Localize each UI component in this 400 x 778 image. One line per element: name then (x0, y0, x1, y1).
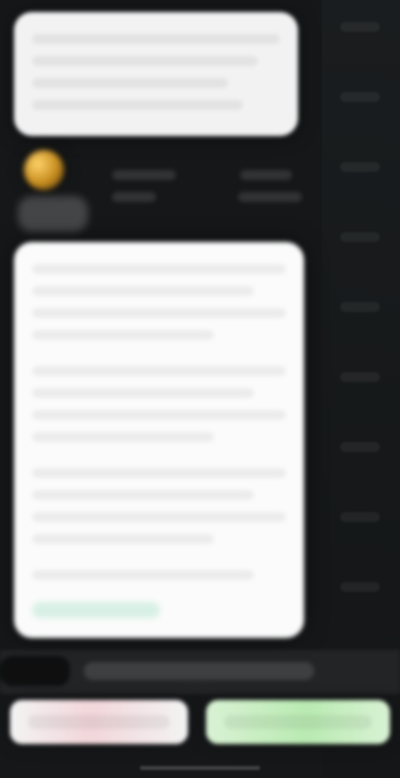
inline-hint-chip (32, 602, 160, 618)
composer-bar (84, 662, 314, 680)
rail-mark (340, 92, 380, 102)
composer-strip (0, 650, 400, 694)
rail-mark (340, 302, 380, 312)
text-line (32, 34, 280, 44)
text-line (32, 366, 286, 376)
button-label-placeholder (224, 715, 372, 729)
meta-line (238, 192, 302, 202)
text-line (32, 490, 254, 500)
rail-mark (340, 22, 380, 32)
decline-button[interactable] (10, 700, 188, 744)
text-line (32, 512, 286, 522)
avatar-subtle-label (18, 196, 88, 232)
text-line (32, 286, 254, 296)
text-line (32, 570, 254, 580)
text-line (32, 100, 243, 110)
text-line (32, 308, 286, 318)
text-line (32, 468, 286, 478)
rail-mark (340, 512, 380, 522)
rail-mark (340, 372, 380, 382)
avatar-circle-icon[interactable] (24, 150, 64, 190)
rail-mark (340, 162, 380, 172)
home-indicator-icon (140, 766, 260, 770)
text-line (32, 432, 214, 442)
text-line (32, 410, 286, 420)
meta-line (112, 192, 156, 202)
rail-mark (340, 442, 380, 452)
text-line (32, 78, 228, 88)
text-line (32, 534, 214, 544)
button-label-placeholder (28, 715, 170, 729)
accept-button[interactable] (206, 700, 390, 744)
text-line (32, 264, 286, 274)
message-bubble-top (14, 12, 298, 136)
text-line (32, 388, 254, 398)
left-dark-tab (0, 656, 70, 686)
message-bubble-main (14, 242, 304, 638)
meta-line (240, 170, 292, 180)
rail-mark (340, 582, 380, 592)
meta-line (112, 170, 176, 180)
text-line (32, 330, 214, 340)
text-line (32, 56, 258, 66)
rail-mark (340, 232, 380, 242)
